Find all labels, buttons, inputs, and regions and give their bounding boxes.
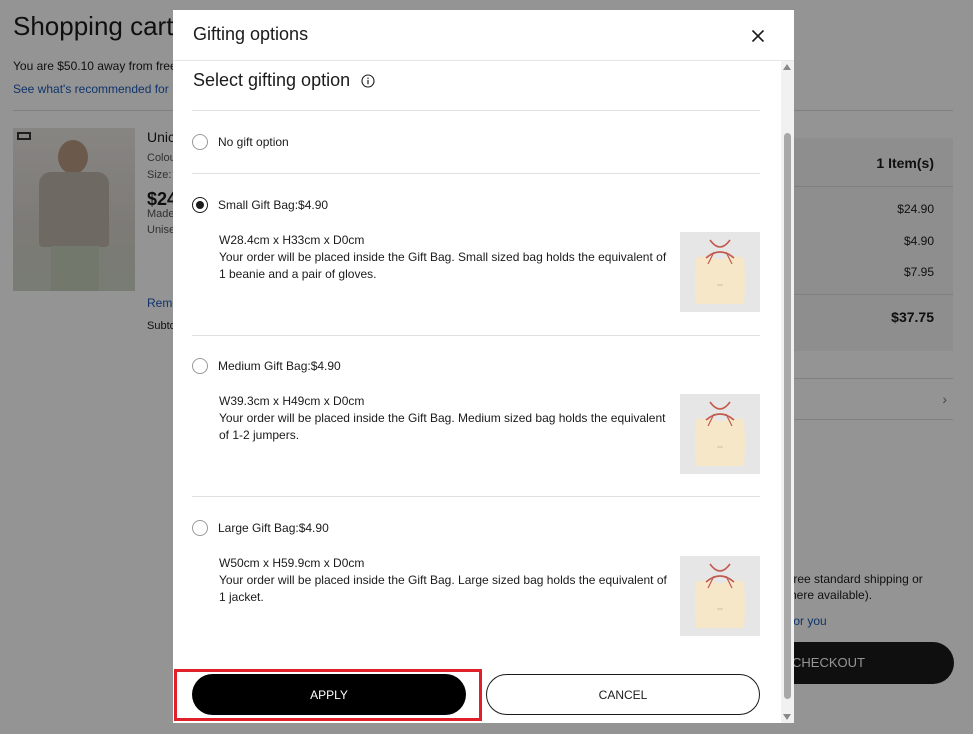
bag-dimensions: W39.3cm x H49cm x D0cm — [219, 394, 365, 408]
dialog-scrollbar[interactable] — [781, 61, 794, 723]
gift-bag-image-large — [680, 556, 760, 636]
apply-button[interactable]: APPLY — [192, 674, 466, 715]
divider — [192, 173, 760, 174]
option-label: Large Gift Bag:$4.90 — [218, 521, 329, 535]
dialog-footer: APPLY CANCEL — [173, 661, 781, 723]
close-button[interactable] — [745, 23, 771, 49]
dialog-body: Select gifting option No gift option Sma… — [173, 61, 781, 661]
gift-option-none[interactable]: No gift option — [192, 134, 760, 150]
gift-bag-image-medium — [680, 394, 760, 474]
radio-no-gift[interactable] — [192, 134, 208, 150]
bag-description: Your order will be placed inside the Gif… — [219, 411, 666, 442]
bag-dimensions: W28.4cm x H33cm x D0cm — [219, 233, 365, 247]
bag-description: Your order will be placed inside the Gif… — [219, 250, 667, 281]
option-description: W39.3cm x H49cm x D0cm Your order will b… — [219, 393, 671, 444]
bag-description: Your order will be placed inside the Gif… — [219, 573, 667, 604]
option-description: W28.4cm x H33cm x D0cm Your order will b… — [219, 232, 671, 283]
info-icon[interactable] — [361, 73, 375, 88]
scrollbar-thumb[interactable] — [784, 133, 791, 699]
radio-large-gift-bag[interactable] — [192, 520, 208, 536]
cancel-button[interactable]: CANCEL — [486, 674, 760, 715]
option-label: Medium Gift Bag:$4.90 — [218, 359, 341, 373]
scroll-down-arrow-icon[interactable] — [783, 714, 791, 720]
radio-medium-gift-bag[interactable] — [192, 358, 208, 374]
close-icon — [751, 29, 765, 43]
scroll-up-arrow-icon[interactable] — [783, 64, 791, 70]
gift-bag-image-small — [680, 232, 760, 312]
gift-bag-icon — [680, 556, 760, 636]
divider — [192, 335, 760, 336]
gift-bag-icon — [680, 232, 760, 312]
divider — [192, 110, 760, 111]
gifting-options-dialog: Gifting options Select gifting option No… — [173, 10, 794, 723]
option-label: Small Gift Bag:$4.90 — [218, 198, 329, 212]
gift-option-small[interactable]: Small Gift Bag:$4.90 — [192, 197, 760, 213]
gift-option-large[interactable]: Large Gift Bag:$4.90 — [192, 520, 760, 536]
radio-small-gift-bag[interactable] — [192, 197, 208, 213]
gift-option-medium[interactable]: Medium Gift Bag:$4.90 — [192, 358, 760, 374]
divider — [192, 496, 760, 497]
dialog-title: Gifting options — [193, 24, 309, 44]
gift-bag-icon — [680, 394, 760, 474]
option-label: No gift option — [218, 135, 289, 149]
bag-dimensions: W50cm x H59.9cm x D0cm — [219, 556, 365, 570]
dialog-header: Gifting options — [173, 10, 794, 61]
section-title: Select gifting option — [193, 70, 375, 91]
option-description: W50cm x H59.9cm x D0cm Your order will b… — [219, 555, 671, 606]
